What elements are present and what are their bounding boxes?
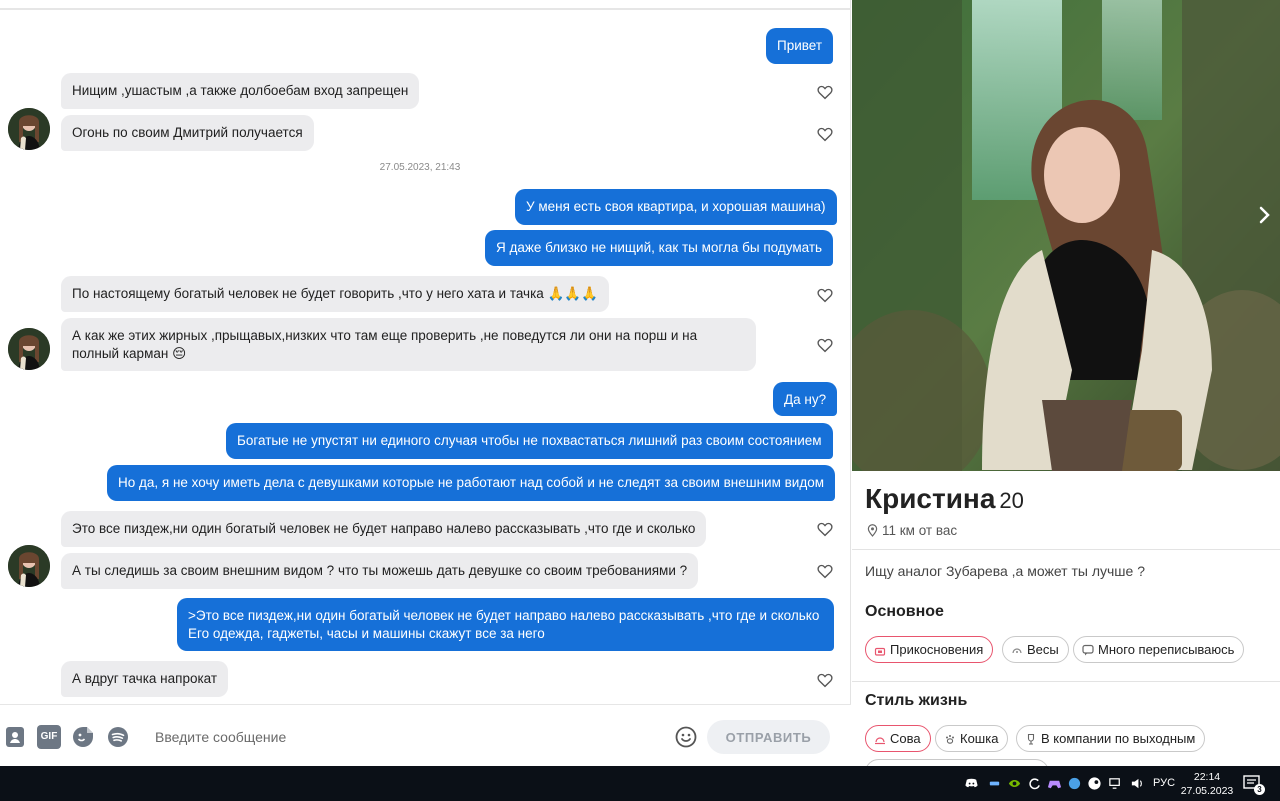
zodiac-icon (1012, 648, 1022, 654)
profile-age: 20 (999, 488, 1024, 513)
clock-time: 22:14 (1193, 771, 1221, 783)
keyboard-language[interactable]: РУС (1153, 777, 1175, 789)
message-incoming[interactable]: По настоящему богатый человек не будет г… (61, 276, 609, 312)
gamepad-icon[interactable] (1047, 776, 1062, 791)
sticker-icon[interactable] (71, 725, 95, 749)
onedrive-icon[interactable] (1067, 776, 1082, 791)
steam-icon[interactable] (1087, 776, 1102, 791)
section-title-basic: Основное (865, 603, 944, 620)
chip-label: Кошка (960, 731, 999, 746)
message-composer: GIF ОТПРАВИТЬ (0, 704, 851, 766)
message-outgoing[interactable]: Но да, я не хочу иметь дела с девушками … (107, 465, 835, 501)
paw-icon (946, 735, 954, 744)
like-heart-icon[interactable] (816, 336, 834, 354)
gift-icon (874, 647, 886, 656)
sunrise-icon (875, 737, 885, 745)
volume-icon[interactable] (1130, 776, 1145, 791)
sender-avatar[interactable] (8, 108, 50, 150)
chip-label: В компании по выходным (1041, 731, 1196, 746)
spotify-icon[interactable] (106, 725, 130, 749)
profile-photo[interactable] (852, 0, 1280, 471)
gif-button[interactable]: GIF (37, 725, 61, 749)
date-separator: 27.05.2023, 21:43 (379, 162, 461, 173)
chip-touch: Прикосновения (865, 636, 994, 663)
chip-cat: Кошка (935, 725, 1009, 752)
chip-texting: Много переписываюсь (1073, 636, 1245, 663)
nvidia-icon[interactable] (1007, 776, 1022, 791)
message-incoming[interactable]: А ты следишь за своим внешним видом ? чт… (61, 553, 699, 589)
sender-avatar[interactable] (8, 328, 50, 370)
profile-name-text: Кристина (865, 483, 996, 514)
divider (852, 681, 1280, 682)
chip-partial (865, 759, 1049, 766)
message-outgoing[interactable]: Богатые не упустят ни единого случая что… (226, 423, 833, 459)
message-outgoing[interactable]: Да ну? (773, 382, 838, 416)
chip-libra: Весы (1002, 636, 1069, 663)
message-outgoing[interactable]: >Это все пиздеж,ни один богатый человек … (177, 598, 834, 651)
chip-label: Много переписываюсь (1098, 642, 1235, 657)
notification-center-button[interactable]: 3 (1243, 775, 1265, 795)
clock-date: 27.05.2023 (1180, 785, 1234, 797)
like-heart-icon[interactable] (816, 562, 834, 580)
like-heart-icon[interactable] (816, 671, 834, 689)
profile-bio: Ищу аналог Зубарева ,а может ты лучше ? (865, 563, 1145, 579)
notification-count: 3 (1254, 784, 1265, 795)
app-tray-icon[interactable] (987, 776, 1002, 791)
send-button[interactable]: ОТПРАВИТЬ (707, 720, 830, 754)
discord-icon[interactable] (964, 776, 979, 791)
chip-weekend-company: В компании по выходным (1016, 725, 1206, 752)
divider (852, 549, 1280, 550)
refresh-icon[interactable] (1027, 776, 1042, 791)
chat-bubble-icon (1082, 644, 1094, 656)
chip-label: Прикосновения (890, 642, 984, 657)
chat-top-divider (0, 8, 851, 10)
message-incoming[interactable]: А вдруг тачка напрокат (61, 661, 229, 697)
message-incoming[interactable]: Нищим ,ушастым ,а также долбоебам вход з… (61, 73, 420, 109)
like-heart-icon[interactable] (816, 520, 834, 538)
drink-icon (1027, 733, 1035, 745)
distance-text: 11 км от вас (882, 523, 958, 538)
chip-label: Сова (890, 731, 921, 746)
profile-pane: Кристина 20 11 км от вас Ищу аналог Зубар… (852, 0, 1280, 766)
emoji-icon[interactable] (674, 725, 698, 749)
message-outgoing[interactable]: Привет (766, 28, 834, 64)
network-icon[interactable] (1108, 776, 1123, 791)
message-input[interactable] (145, 721, 655, 753)
taskbar-clock[interactable]: 22:14 27.05.2023 (1180, 770, 1234, 798)
next-photo-icon[interactable] (1254, 205, 1274, 225)
message-outgoing[interactable]: Я даже близко не нищий, как ты могла бы … (485, 230, 834, 266)
sender-avatar[interactable] (8, 545, 50, 587)
message-incoming[interactable]: Огонь по своим Дмитрий получается (61, 115, 314, 151)
chat-pane: Привет Нищим ,ушастым ,а также долбоебам… (0, 0, 851, 766)
windows-taskbar: РУС 22:14 27.05.2023 3 (0, 766, 1280, 801)
location-pin-icon (867, 524, 878, 537)
message-outgoing[interactable]: У меня есть своя квартира, и хорошая маш… (515, 189, 837, 225)
section-title-lifestyle: Стиль жизнь (865, 692, 968, 709)
like-heart-icon[interactable] (816, 125, 834, 143)
profile-name: Кристина 20 (865, 483, 1024, 515)
message-incoming[interactable]: А как же этих жирных ,прыщавых,низких чт… (61, 318, 756, 371)
like-heart-icon[interactable] (816, 286, 834, 304)
like-heart-icon[interactable] (816, 83, 834, 101)
contact-card-icon[interactable] (3, 725, 27, 749)
message-incoming[interactable]: Это все пиздеж,ни один богатый человек н… (61, 511, 707, 547)
chip-label: Весы (1027, 642, 1059, 657)
chip-owl: Сова (865, 725, 931, 752)
profile-distance: 11 км от вас (867, 523, 957, 538)
